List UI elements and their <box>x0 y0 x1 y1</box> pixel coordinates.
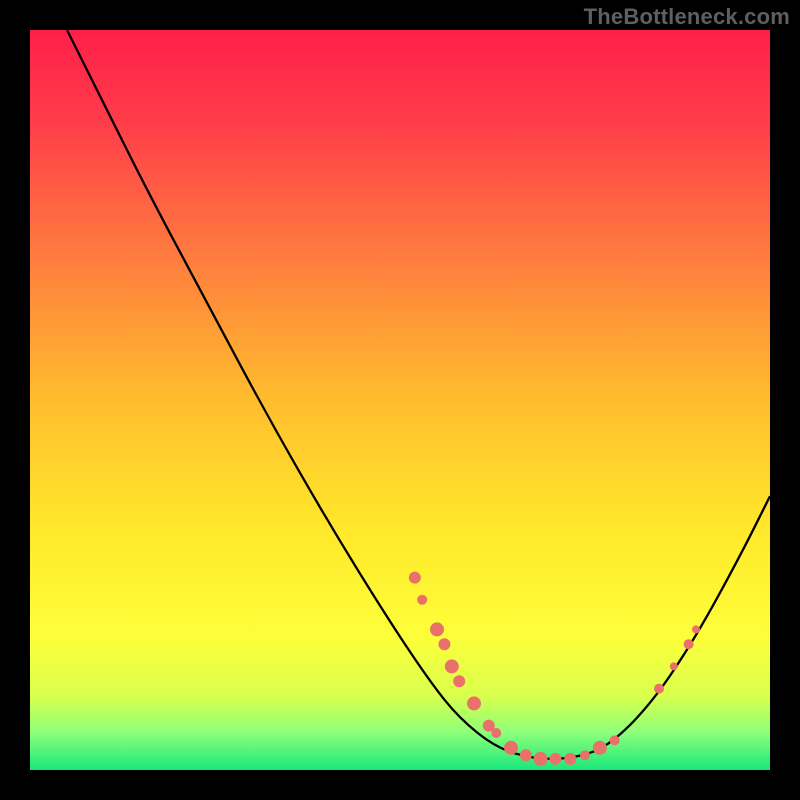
data-marker <box>549 753 561 765</box>
data-marker <box>610 735 620 745</box>
data-marker <box>692 625 700 633</box>
data-marker <box>430 622 444 636</box>
data-marker <box>580 750 590 760</box>
data-marker <box>409 572 421 584</box>
chart-container: TheBottleneck.com <box>0 0 800 800</box>
data-marker <box>670 662 678 670</box>
data-marker <box>684 639 694 649</box>
data-marker <box>491 728 501 738</box>
data-marker <box>445 659 459 673</box>
gradient-background <box>30 30 770 770</box>
plot-area <box>30 30 770 770</box>
bottleneck-curve-chart <box>30 30 770 770</box>
watermark-text: TheBottleneck.com <box>584 4 790 30</box>
data-marker <box>564 753 576 765</box>
data-marker <box>438 638 450 650</box>
data-marker <box>504 741 518 755</box>
data-marker <box>593 741 607 755</box>
data-marker <box>520 749 532 761</box>
data-marker <box>453 675 465 687</box>
data-marker <box>654 684 664 694</box>
data-marker <box>467 696 481 710</box>
data-marker <box>417 595 427 605</box>
data-marker <box>534 752 548 766</box>
